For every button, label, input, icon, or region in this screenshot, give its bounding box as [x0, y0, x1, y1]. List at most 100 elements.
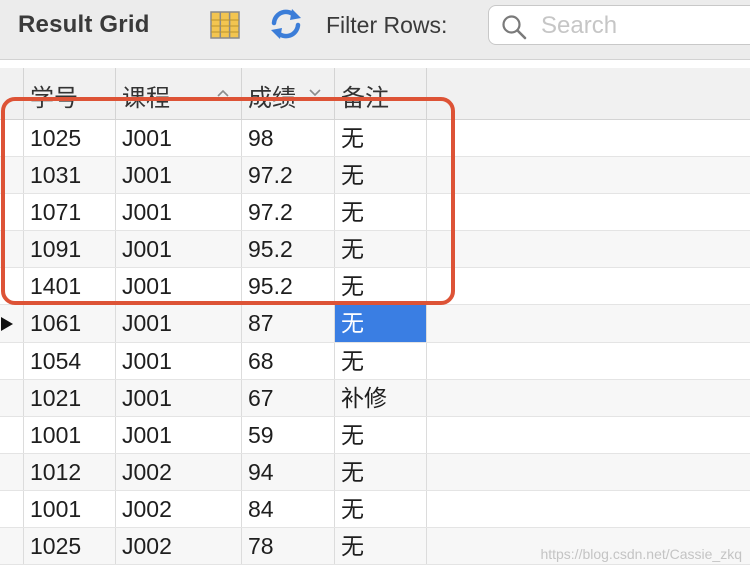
search-input[interactable] [541, 11, 750, 41]
cell-course[interactable]: J001 [116, 157, 242, 194]
row-filler [427, 268, 750, 304]
cell-score[interactable]: 67 [242, 379, 335, 416]
cell-score[interactable]: 98 [242, 120, 335, 157]
grid-header-row: 学号 课程 成绩 备注 [0, 68, 750, 120]
table-row[interactable]: 1071 J001 97.2 无 [0, 194, 750, 232]
cell-score[interactable]: 97.2 [242, 194, 335, 231]
cell-remark[interactable]: 无 [335, 342, 427, 379]
cell-student-id[interactable]: 1091 [24, 231, 116, 268]
cell-course[interactable]: J001 [116, 305, 242, 342]
cell-course[interactable]: J001 [116, 231, 242, 268]
row-header-corner [0, 68, 24, 119]
watermark: https://blog.csdn.net/Cassie_zkq [540, 546, 742, 562]
search-box[interactable] [488, 5, 750, 45]
cell-remark[interactable]: 无 [335, 120, 427, 157]
cell-remark[interactable]: 无 [335, 528, 427, 565]
row-header-cell[interactable] [0, 268, 24, 305]
cell-student-id[interactable]: 1021 [24, 379, 116, 416]
column-grid-icon[interactable] [207, 9, 243, 41]
cell-remark[interactable]: 无 [335, 305, 427, 342]
table-row[interactable]: 1091 J001 95.2 无 [0, 231, 750, 269]
cell-remark[interactable]: 无 [335, 453, 427, 490]
cell-score[interactable]: 78 [242, 528, 335, 565]
refresh-icon[interactable] [266, 6, 306, 42]
cell-score[interactable]: 68 [242, 342, 335, 379]
row-header-cell[interactable] [0, 157, 24, 194]
cell-student-id[interactable]: 1401 [24, 268, 116, 305]
sort-ascending-icon [217, 89, 229, 97]
cell-student-id[interactable]: 1001 [24, 416, 116, 453]
column-header-student-id[interactable]: 学号 [24, 68, 116, 119]
column-header-label: 课程 [122, 85, 170, 112]
cell-course[interactable]: J001 [116, 120, 242, 157]
cell-course[interactable]: J001 [116, 379, 242, 416]
cell-student-id[interactable]: 1012 [24, 453, 116, 490]
cell-score[interactable]: 95.2 [242, 231, 335, 268]
row-filler [427, 380, 750, 416]
row-header-cell[interactable] [0, 231, 24, 268]
cell-student-id[interactable]: 1031 [24, 157, 116, 194]
table-row[interactable]: 1012 J002 94 无 [0, 453, 750, 491]
cell-remark[interactable]: 补修 [335, 379, 427, 416]
table-row[interactable]: 1001 J002 84 无 [0, 490, 750, 529]
cell-remark[interactable]: 无 [335, 490, 427, 528]
row-header-cell[interactable] [0, 490, 24, 528]
cell-remark[interactable]: 无 [335, 231, 427, 268]
row-header-cell[interactable] [0, 528, 24, 565]
row-header-cell[interactable] [0, 342, 24, 379]
row-header-cell[interactable] [0, 120, 24, 157]
cell-score[interactable]: 84 [242, 490, 335, 528]
column-header-course[interactable]: 课程 [116, 68, 242, 119]
cell-score[interactable]: 94 [242, 453, 335, 490]
cell-course[interactable]: J001 [116, 194, 242, 231]
column-header-label: 成绩 [248, 85, 296, 112]
row-header-cell[interactable] [0, 305, 24, 342]
cell-student-id[interactable]: 1001 [24, 490, 116, 528]
current-row-pointer-icon [1, 317, 13, 332]
cell-course[interactable]: J001 [116, 416, 242, 453]
cell-remark[interactable]: 无 [335, 268, 427, 305]
cell-student-id[interactable]: 1025 [24, 120, 116, 157]
cell-course[interactable]: J002 [116, 453, 242, 490]
row-header-cell[interactable] [0, 379, 24, 416]
table-row[interactable]: 1061 J001 87 无 [0, 305, 750, 343]
cell-course[interactable]: J002 [116, 528, 242, 565]
cell-score[interactable]: 59 [242, 416, 335, 453]
cell-student-id[interactable]: 1061 [24, 305, 116, 342]
cell-course[interactable]: J001 [116, 342, 242, 379]
row-filler [427, 231, 750, 267]
table-row[interactable]: 1001 J001 59 无 [0, 416, 750, 454]
column-header-label: 备注 [341, 85, 389, 112]
cell-remark[interactable]: 无 [335, 194, 427, 231]
cell-course[interactable]: J002 [116, 490, 242, 528]
row-filler [427, 157, 750, 193]
row-filler [427, 454, 750, 490]
cell-score[interactable]: 95.2 [242, 268, 335, 305]
table-row[interactable]: 1401 J001 95.2 无 [0, 268, 750, 306]
table-row[interactable]: 1031 J001 97.2 无 [0, 157, 750, 195]
row-filler [427, 343, 750, 379]
row-filler [427, 194, 750, 230]
cell-score[interactable]: 87 [242, 305, 335, 342]
cell-student-id[interactable]: 1025 [24, 528, 116, 565]
row-header-cell[interactable] [0, 453, 24, 490]
table-row[interactable]: 1021 J001 67 补修 [0, 379, 750, 417]
cell-course[interactable]: J001 [116, 268, 242, 305]
column-header-score[interactable]: 成绩 [242, 68, 335, 119]
row-header-cell[interactable] [0, 194, 24, 231]
cell-student-id[interactable]: 1054 [24, 342, 116, 379]
cell-remark[interactable]: 无 [335, 157, 427, 194]
result-grid: 学号 课程 成绩 备注 1025 J001 98 无 1031 J001 97.2 无 1071… [0, 68, 750, 570]
cell-remark[interactable]: 无 [335, 416, 427, 453]
table-row[interactable]: 1054 J001 68 无 [0, 342, 750, 380]
cell-student-id[interactable]: 1071 [24, 194, 116, 231]
filter-rows-label: Filter Rows: [326, 12, 448, 38]
result-grid-title: Result Grid [18, 11, 150, 38]
search-icon [502, 15, 527, 40]
row-filler [427, 417, 750, 453]
table-row[interactable]: 1025 J001 98 无 [0, 120, 750, 158]
cell-score[interactable]: 97.2 [242, 157, 335, 194]
column-header-remark[interactable]: 备注 [335, 68, 427, 119]
toolbar: Result Grid Filter Rows: [0, 0, 750, 60]
row-header-cell[interactable] [0, 416, 24, 453]
